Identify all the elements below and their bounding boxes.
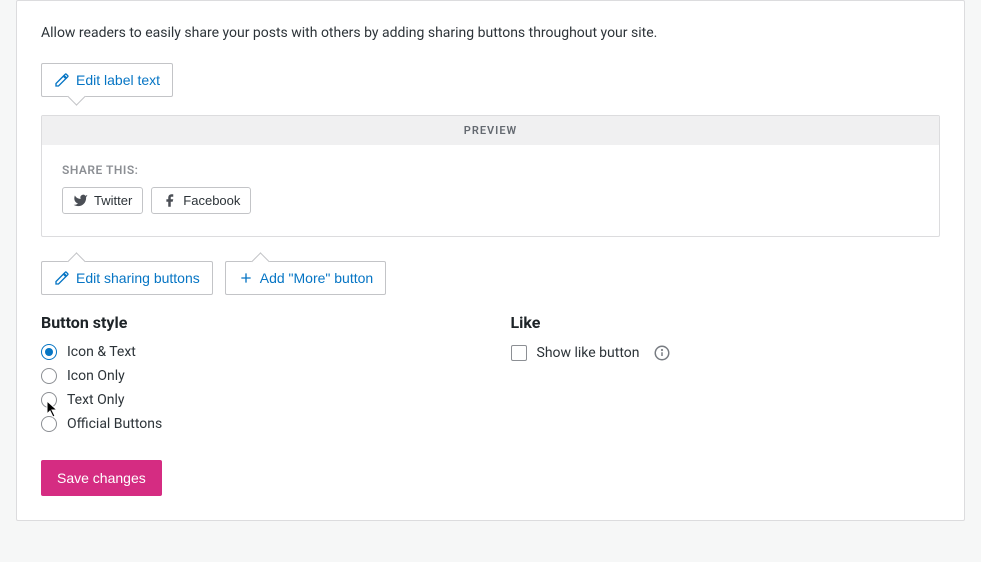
facebook-icon — [162, 193, 177, 208]
radio-label: Official Buttons — [67, 416, 162, 432]
add-more-button[interactable]: Add "More" button — [225, 261, 386, 295]
radio-label: Icon & Text — [67, 344, 136, 360]
radio-icon-only[interactable]: Icon Only — [41, 368, 471, 384]
show-like-button-checkbox[interactable]: Show like button — [511, 344, 941, 362]
share-twitter-label: Twitter — [94, 193, 132, 208]
like-section: Like Show like button — [511, 313, 941, 440]
radio-icon — [41, 368, 57, 384]
share-buttons-row: Twitter Facebook — [62, 187, 919, 214]
info-icon[interactable] — [653, 344, 671, 362]
share-twitter-button[interactable]: Twitter — [62, 187, 143, 214]
share-this-label: SHARE THIS: — [62, 163, 919, 177]
share-facebook-button[interactable]: Facebook — [151, 187, 251, 214]
sharing-settings-card: Allow readers to easily share your posts… — [16, 0, 965, 521]
radio-label: Icon Only — [67, 368, 125, 384]
pencil-icon — [54, 72, 70, 88]
preview-header: PREVIEW — [42, 116, 939, 145]
description-text: Allow readers to easily share your posts… — [41, 25, 940, 41]
radio-icon-text[interactable]: Icon & Text — [41, 344, 471, 360]
like-heading: Like — [511, 313, 941, 332]
button-style-heading: Button style — [41, 313, 471, 332]
edit-sharing-buttons-button[interactable]: Edit sharing buttons — [41, 261, 213, 295]
radio-text-only[interactable]: Text Only — [41, 392, 471, 408]
preview-box: PREVIEW SHARE THIS: Twitter Facebook — [41, 115, 940, 237]
save-changes-button[interactable]: Save changes — [41, 460, 162, 496]
preview-body: SHARE THIS: Twitter Facebook — [42, 145, 939, 236]
plus-icon — [238, 270, 254, 286]
radio-icon — [41, 392, 57, 408]
twitter-icon — [73, 193, 88, 208]
add-more-button-label: Add "More" button — [260, 270, 373, 286]
radio-official-buttons[interactable]: Official Buttons — [41, 416, 471, 432]
show-like-label: Show like button — [537, 345, 640, 361]
radio-icon — [41, 344, 57, 360]
edit-label-text-button[interactable]: Edit label text — [41, 63, 173, 97]
pencil-icon — [54, 270, 70, 286]
edit-sharing-buttons-label: Edit sharing buttons — [76, 270, 200, 286]
radio-label: Text Only — [67, 392, 125, 408]
edit-label-text-label: Edit label text — [76, 72, 160, 88]
share-facebook-label: Facebook — [183, 193, 240, 208]
checkbox-icon — [511, 345, 527, 361]
save-changes-label: Save changes — [57, 470, 146, 486]
radio-icon — [41, 416, 57, 432]
button-style-section: Button style Icon & Text Icon Only Text … — [41, 313, 471, 440]
